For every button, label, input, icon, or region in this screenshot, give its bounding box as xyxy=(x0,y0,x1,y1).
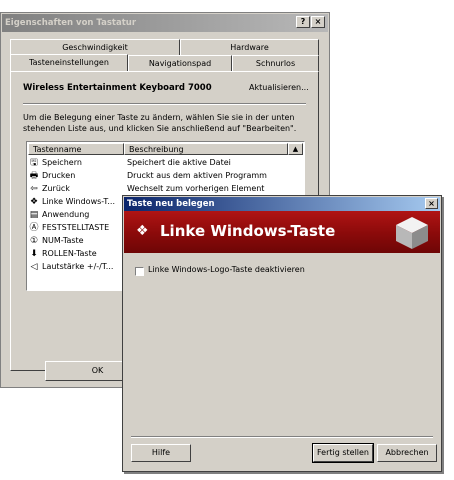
cancel-button[interactable]: Abbrechen xyxy=(377,444,437,462)
capslock-icon: Ⓐ xyxy=(29,223,39,233)
tab-tasteneinstellungen[interactable]: Tasteneinstellungen xyxy=(10,54,128,72)
list-item[interactable]: ▤ Anwendung xyxy=(29,208,90,222)
close-button[interactable]: × xyxy=(311,16,325,28)
key-description: Druckt aus dem aktiven Programm xyxy=(127,171,267,180)
dialog-titlebar[interactable]: Eigenschaften von Tastatur ? × xyxy=(2,14,328,32)
disable-key-checkbox[interactable] xyxy=(135,267,144,276)
key-name: Lautstärke +/-/T... xyxy=(42,262,114,271)
list-item[interactable]: 🖶 Drucken Druckt aus dem aktiven Programm xyxy=(29,169,267,183)
column-header-description[interactable]: Beschreibung xyxy=(124,143,288,155)
tab-geschwindigkeit[interactable]: Geschwindigkeit xyxy=(10,39,180,55)
close-button[interactable]: × xyxy=(425,198,438,209)
help-button[interactable]: Hilfe xyxy=(131,444,191,462)
key-name: Speichern xyxy=(42,158,82,167)
key-name: NUM-Taste xyxy=(42,236,84,245)
list-item[interactable]: ❖ Linke Windows-T... xyxy=(29,195,115,209)
column-header-key[interactable]: Tastenname xyxy=(28,143,124,155)
divider xyxy=(131,436,433,438)
list-item[interactable]: ⬇ ROLLEN-Taste xyxy=(29,247,97,261)
key-description: Wechselt zum vorherigen Element xyxy=(127,184,265,193)
instructions-text: Um die Belegung einer Taste zu ändern, w… xyxy=(23,113,297,133)
key-name: Drucken xyxy=(42,171,76,180)
application-icon: ▤ xyxy=(29,210,39,220)
list-item[interactable]: ⇦ Zurück Wechselt zum vorherigen Element xyxy=(29,182,264,196)
disable-key-checkbox-label[interactable]: Linke Windows-Logo-Taste deaktivieren xyxy=(148,265,305,274)
device-name: Wireless Entertainment Keyboard 7000 xyxy=(23,83,212,93)
finish-button[interactable]: Fertig stellen xyxy=(312,443,374,463)
tab-navigationspad[interactable]: Navigationspad xyxy=(128,55,232,71)
header-banner: ❖ Linke Windows-Taste xyxy=(124,211,440,253)
key-name: Anwendung xyxy=(42,210,90,219)
printer-icon: 🖶 xyxy=(29,171,39,181)
windows-icon: ❖ xyxy=(29,197,39,207)
key-name: Linke Windows-T... xyxy=(42,197,115,206)
numlock-icon: ① xyxy=(29,236,39,246)
list-item[interactable]: Ⓐ FESTSTELLTASTE xyxy=(29,221,109,235)
volume-icon: ◁ xyxy=(30,262,38,272)
divider xyxy=(23,103,306,105)
key-cap-icon xyxy=(396,217,428,249)
list-item[interactable]: 🖫 Speichern Speichert die aktive Datei xyxy=(29,156,231,170)
key-description: Speichert die aktive Datei xyxy=(127,158,231,167)
tab-hardware[interactable]: Hardware xyxy=(180,39,319,55)
list-item[interactable]: ◁ Lautstärke +/-/T... xyxy=(29,260,114,274)
tab-schnurlos[interactable]: Schnurlos xyxy=(232,55,319,71)
key-name: ROLLEN-Taste xyxy=(42,249,97,258)
list-item[interactable]: ① NUM-Taste xyxy=(29,234,84,248)
remap-key-dialog: Taste neu belegen × ❖ Linke Windows-Tast… xyxy=(122,195,442,472)
banner-title: Linke Windows-Taste xyxy=(160,222,336,240)
floppy-icon: 🖫 xyxy=(30,158,38,168)
help-button[interactable]: ? xyxy=(296,16,310,28)
dialog-titlebar[interactable]: Taste neu belegen × xyxy=(124,197,440,211)
dialog-title: Taste neu belegen xyxy=(127,199,215,209)
update-link[interactable]: Aktualisieren... xyxy=(249,83,309,92)
key-name: FESTSTELLTASTE xyxy=(42,223,110,232)
back-arrow-icon: ⇦ xyxy=(30,184,38,194)
windows-logo-icon: ❖ xyxy=(136,223,149,239)
scroll-up-icon[interactable]: ▲ xyxy=(288,143,303,155)
key-name: Zurück xyxy=(42,184,70,193)
dialog-title: Eigenschaften von Tastatur xyxy=(5,18,137,28)
scroll-lock-icon: ⬇ xyxy=(30,249,38,259)
